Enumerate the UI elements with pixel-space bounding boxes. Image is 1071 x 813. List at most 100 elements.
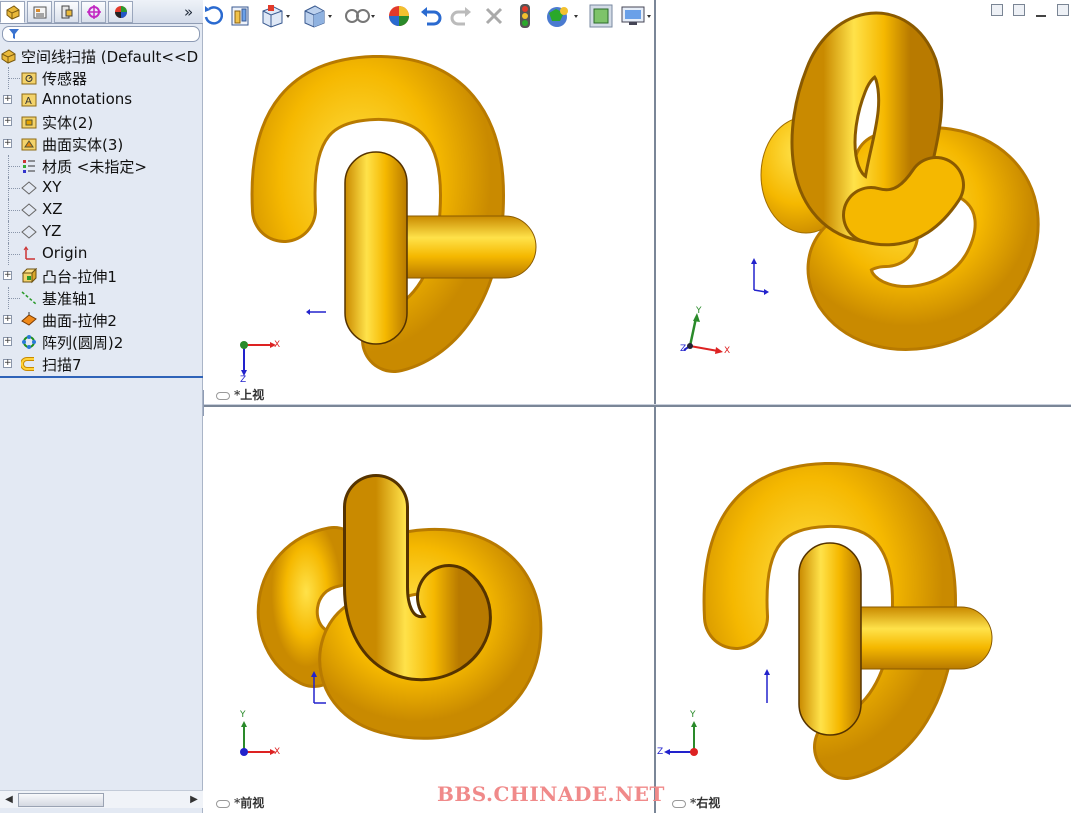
viewport-front-label: *前视 bbox=[216, 794, 264, 811]
expand-toggle[interactable]: + bbox=[3, 359, 12, 368]
plane-icon bbox=[21, 225, 37, 239]
tree-item-datum-axis[interactable]: 基准轴1 bbox=[0, 287, 203, 309]
tree-item-label: 曲面-拉伸2 bbox=[42, 312, 117, 330]
expand-toggle[interactable]: + bbox=[3, 95, 12, 104]
more-tabs-button[interactable]: » bbox=[184, 3, 193, 21]
tree-root-part[interactable]: 空间线扫描 (Default<<D bbox=[0, 45, 203, 67]
filter-field[interactable] bbox=[2, 26, 200, 42]
tree-connector bbox=[9, 254, 20, 255]
tree-item-origin[interactable]: Origin bbox=[0, 243, 203, 265]
display-manager-tab[interactable] bbox=[108, 1, 133, 23]
viewport-horizontal-splitter[interactable] bbox=[204, 404, 1071, 407]
appearance-icon[interactable] bbox=[387, 3, 411, 29]
scroll-right-icon[interactable]: ▶ bbox=[187, 793, 201, 807]
tree-item-sweep[interactable]: + 扫描7 bbox=[0, 353, 203, 375]
tree-item-label: YZ bbox=[42, 222, 62, 240]
property-manager-tab[interactable] bbox=[27, 1, 52, 23]
heads-up-view-toolbar bbox=[203, 0, 653, 32]
svg-text:A: A bbox=[25, 96, 32, 107]
surface-extrude-icon bbox=[21, 312, 37, 326]
tree-item-label: 传感器 bbox=[42, 70, 88, 88]
link-icon bbox=[216, 391, 230, 400]
tree-item-annotations[interactable]: + A Annotations bbox=[0, 89, 203, 111]
tile-vertical-button[interactable] bbox=[1013, 4, 1025, 16]
panel-tab-bar: » bbox=[0, 0, 203, 24]
tile-horizontal-button[interactable] bbox=[991, 4, 1003, 16]
tree-item-label: XZ bbox=[42, 200, 63, 218]
triad-y-label: Y bbox=[690, 710, 696, 720]
tree-item-plane-xz[interactable]: XZ bbox=[0, 199, 203, 221]
undo-icon[interactable] bbox=[418, 3, 442, 29]
dimxpert-tab[interactable] bbox=[81, 1, 106, 23]
viewport-right[interactable]: Y Z *右视 bbox=[656, 407, 1071, 813]
knot-model-right-view[interactable] bbox=[656, 407, 1071, 813]
tree-item-boss-extrude[interactable]: + 凸台-拉伸1 bbox=[0, 265, 203, 287]
traffic-light-icon[interactable] bbox=[515, 3, 535, 29]
annotations-icon: A bbox=[21, 93, 37, 107]
axis-icon bbox=[21, 291, 37, 305]
scroll-left-icon[interactable]: ◀ bbox=[2, 793, 16, 807]
tree-item-material[interactable]: 材质 <未指定> bbox=[0, 155, 203, 177]
viewport-front[interactable]: Y X *前视 bbox=[204, 407, 654, 813]
rotate-view-icon[interactable] bbox=[203, 3, 223, 29]
viewport-window-controls bbox=[987, 4, 1071, 18]
restore-button[interactable] bbox=[1057, 4, 1069, 16]
viewport-top-label: *上视 bbox=[216, 386, 264, 403]
origin-marker bbox=[764, 669, 770, 703]
redo-icon[interactable] bbox=[450, 3, 474, 29]
tree-item-label: 凸台-拉伸1 bbox=[42, 268, 117, 286]
triad-x-label: X bbox=[274, 340, 281, 350]
tree-item-label: Annotations bbox=[42, 90, 133, 108]
horizontal-scrollbar[interactable]: ◀ ▶ bbox=[0, 790, 203, 808]
tree-item-circular-pattern[interactable]: + 阵列(圆周)2 bbox=[0, 331, 203, 353]
tree-item-label: 实体(2) bbox=[42, 114, 94, 132]
tree-item-label: 阵列(圆周)2 bbox=[42, 334, 124, 352]
expand-toggle[interactable]: + bbox=[3, 271, 12, 280]
expand-toggle[interactable]: + bbox=[3, 139, 12, 148]
monitor-icon[interactable] bbox=[619, 3, 653, 29]
section-view-icon[interactable] bbox=[260, 3, 292, 29]
view-orientation-icon[interactable] bbox=[302, 3, 334, 29]
view-triad bbox=[664, 721, 698, 756]
tree-item-label: 材质 <未指定> bbox=[42, 158, 147, 176]
viewport-right-label: *右视 bbox=[672, 794, 720, 811]
knot-model-front-view[interactable] bbox=[204, 407, 654, 813]
scene-icon[interactable] bbox=[544, 3, 580, 29]
tree-item-surface-extrude[interactable]: + 曲面-拉伸2 bbox=[0, 309, 203, 331]
tree-item-plane-yz[interactable]: YZ bbox=[0, 221, 203, 243]
viewport-isometric[interactable]: Y X Z bbox=[656, 0, 1071, 405]
tree-item-label: 扫描7 bbox=[42, 356, 82, 374]
triad-x-label: X bbox=[724, 346, 731, 356]
knot-model-iso-view[interactable] bbox=[656, 0, 1071, 405]
expand-toggle[interactable]: + bbox=[3, 315, 12, 324]
viewport-top[interactable]: X Z *上视 bbox=[204, 0, 654, 405]
sensor-folder-icon bbox=[21, 72, 37, 85]
panel-separator bbox=[0, 376, 203, 378]
expand-toggle[interactable]: + bbox=[3, 337, 12, 346]
tree-item-label: Origin bbox=[42, 244, 88, 262]
configuration-manager-tab[interactable] bbox=[54, 1, 79, 23]
display-style-icon[interactable] bbox=[343, 3, 377, 29]
zoom-to-fit-icon[interactable] bbox=[229, 3, 253, 29]
tree-item-surface-bodies[interactable]: + 曲面实体(3) bbox=[0, 133, 203, 155]
tree-item-plane-xy[interactable]: XY bbox=[0, 177, 203, 199]
minimize-button[interactable] bbox=[1035, 4, 1047, 17]
view-triad bbox=[683, 313, 723, 354]
feature-manager-icon bbox=[6, 5, 19, 20]
feature-manager-tab[interactable] bbox=[0, 1, 25, 23]
plane-icon bbox=[21, 181, 37, 195]
cancel-icon[interactable] bbox=[483, 3, 505, 29]
scroll-thumb[interactable] bbox=[18, 793, 104, 807]
tree-item-label: XY bbox=[42, 178, 62, 196]
tree-root-label: 空间线扫描 (Default<<D bbox=[21, 48, 199, 66]
material-icon bbox=[23, 160, 35, 173]
origin-marker bbox=[751, 258, 769, 295]
tree-item-solid-bodies[interactable]: + 实体(2) bbox=[0, 111, 203, 133]
feature-tree: 空间线扫描 (Default<<D 传感器 + A Annotations + … bbox=[0, 45, 203, 378]
tree-item-sensors[interactable]: 传感器 bbox=[0, 67, 203, 89]
display-manager-icon bbox=[114, 6, 127, 18]
expand-toggle[interactable]: + bbox=[3, 117, 12, 126]
circular-pattern-icon bbox=[22, 335, 36, 349]
shaded-icon[interactable] bbox=[588, 3, 614, 29]
knot-model-top-view[interactable] bbox=[204, 0, 654, 405]
